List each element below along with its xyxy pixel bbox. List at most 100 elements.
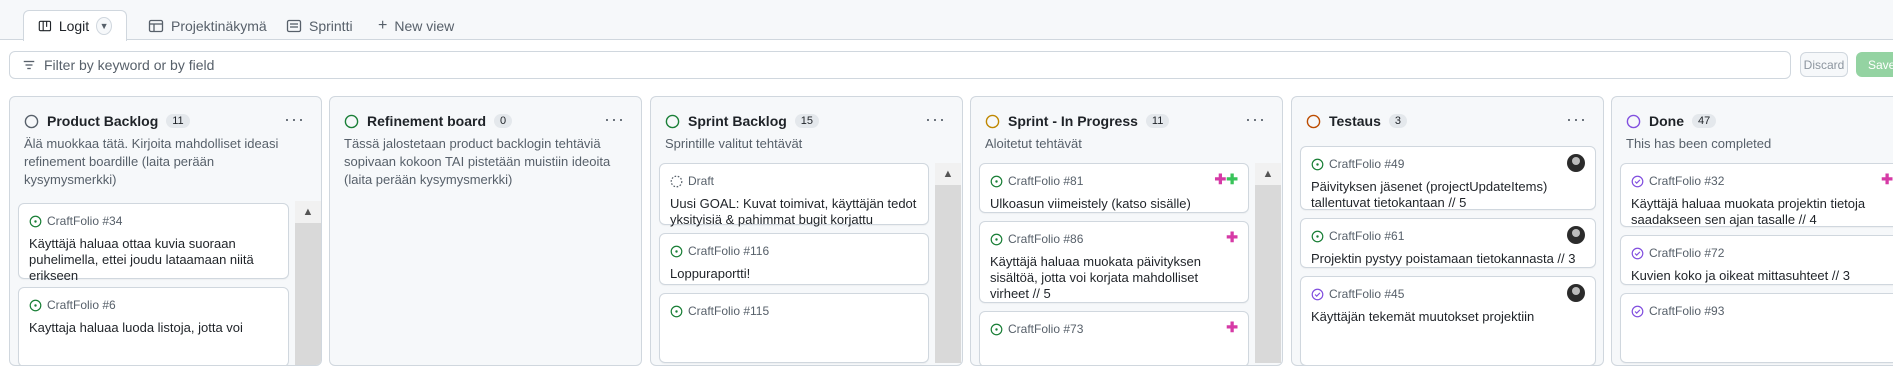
board: Product Backlog 11 ··· Älä muokkaa tätä.… <box>0 96 1893 366</box>
open-issue-icon <box>990 233 1003 245</box>
new-view-button[interactable]: + New view <box>364 10 468 41</box>
card-issue-ref[interactable]: CraftFolio #86 <box>1008 232 1083 246</box>
tab-label: Logit <box>58 18 90 34</box>
column-sprint-backlog: Sprint Backlog 15 ··· Sprintille valitut… <box>650 96 963 366</box>
card[interactable]: CraftFolio #116 Loppuraportti! <box>659 233 929 285</box>
scrollbar[interactable] <box>295 201 321 365</box>
scroll-up-icon[interactable]: ▲ <box>295 201 321 223</box>
scroll-up-icon[interactable]: ▲ <box>1255 163 1281 185</box>
column-header: Done 47 <box>1626 111 1893 131</box>
column-description: Älä muokkaa tätä. Kirjoita mahdolliset i… <box>24 136 279 187</box>
avatar[interactable] <box>1567 284 1585 302</box>
label-icon: ✚✚ <box>1214 171 1238 187</box>
board-icon <box>286 19 302 32</box>
column-count: 0 <box>494 114 513 128</box>
column-header: Refinement board 0 <box>344 111 627 131</box>
closed-issue-icon <box>1631 175 1644 187</box>
card-title[interactable]: Loppuraportti! <box>670 266 918 282</box>
status-open-icon <box>665 114 680 128</box>
card[interactable]: CraftFolio #32 ✚ Käyttäjä haluaa muokata… <box>1620 163 1893 227</box>
card-meta: CraftFolio #49 <box>1311 157 1404 171</box>
column-description: Tässä jalostetaan product backlogin teht… <box>344 136 611 187</box>
scrollbar[interactable] <box>935 163 961 363</box>
card-title[interactable]: Käyttäjä haluaa muokata päivityksen sisä… <box>990 254 1238 302</box>
filter-input[interactable]: Filter by keyword or by field <box>9 51 1791 79</box>
card-issue-ref[interactable]: CraftFolio #34 <box>47 214 122 228</box>
card-issue-ref[interactable]: CraftFolio #93 <box>1649 304 1724 318</box>
card-title[interactable]: Uusi GOAL: Kuvat toimivat, käyttäjän ted… <box>670 196 918 228</box>
column-product-backlog: Product Backlog 11 ··· Älä muokkaa tätä.… <box>9 96 322 366</box>
card-title[interactable]: Päivityksen jäsenet (projectUpdateItems)… <box>1311 179 1585 211</box>
tab-sprintti[interactable]: Sprintti <box>272 10 367 41</box>
scroll-up-icon[interactable]: ▲ <box>935 163 961 185</box>
card[interactable]: CraftFolio #81 ✚✚ Ulkoasun viimeistely (… <box>979 163 1249 213</box>
card-issue-ref[interactable]: CraftFolio #81 <box>1008 174 1083 188</box>
tab-label: Sprintti <box>309 17 353 34</box>
card-issue-ref[interactable]: CraftFolio #115 <box>688 304 769 318</box>
card[interactable]: CraftFolio #49 Päivityksen jäsenet (proj… <box>1300 146 1596 210</box>
card-meta: CraftFolio #81 <box>990 174 1083 188</box>
column-count: 3 <box>1388 114 1407 128</box>
save-button[interactable]: Save <box>1856 52 1893 77</box>
column-menu-icon[interactable]: ··· <box>1566 109 1587 130</box>
tab-label: New view <box>394 17 455 34</box>
card-issue-ref[interactable]: CraftFolio #45 <box>1329 287 1404 301</box>
card-title[interactable]: Käyttäjä haluaa muokata projektin tietoj… <box>1631 196 1893 228</box>
column-menu-icon[interactable]: ··· <box>604 109 625 130</box>
card[interactable]: CraftFolio #6 Kayttaja haluaa luoda list… <box>18 287 289 365</box>
card-meta: CraftFolio #45 <box>1311 287 1404 301</box>
column-refinement-board: Refinement board 0 ··· Tässä jalostetaan… <box>329 96 642 366</box>
card-title[interactable]: Käyttäjä haluaa ottaa kuvia suoraan puhe… <box>29 236 278 284</box>
card-issue-ref[interactable]: CraftFolio #32 <box>1649 174 1724 188</box>
column-header: Sprint Backlog 15 <box>665 111 948 131</box>
open-issue-icon <box>1311 158 1324 170</box>
column-title: Sprint - In Progress <box>1008 113 1138 129</box>
card[interactable]: CraftFolio #34 Käyttäjä haluaa ottaa kuv… <box>18 203 289 283</box>
card[interactable]: CraftFolio #115 <box>659 293 929 363</box>
card-title[interactable]: Kuvien koko ja oikeat mittasuhteet // 3 <box>1631 268 1893 284</box>
column-count: 11 <box>166 114 190 128</box>
card-issue-ref[interactable]: CraftFolio #6 <box>47 298 116 312</box>
discard-button[interactable]: Discard <box>1800 52 1848 77</box>
card[interactable]: Draft Uusi GOAL: Kuvat toimivat, käyttäj… <box>659 163 929 228</box>
column-menu-icon[interactable]: ··· <box>284 109 305 130</box>
card[interactable]: CraftFolio #93 <box>1620 293 1893 363</box>
tab-logit[interactable]: Logit ▼ <box>23 10 127 41</box>
label-icon: ✚ <box>1881 171 1893 187</box>
avatar[interactable] <box>1567 154 1585 172</box>
card-meta: CraftFolio #86 <box>990 232 1083 246</box>
card-issue-ref[interactable]: CraftFolio #73 <box>1008 322 1083 336</box>
card-issue-ref[interactable]: CraftFolio #49 <box>1329 157 1404 171</box>
status-testing-icon <box>1306 114 1321 128</box>
column-menu-icon[interactable]: ··· <box>925 109 946 130</box>
card[interactable]: CraftFolio #86 ✚ Käyttäjä haluaa muokata… <box>979 221 1249 303</box>
card-title[interactable]: Käyttäjän tekemät muutokset projektiin <box>1311 309 1585 325</box>
card-title[interactable]: Kayttaja haluaa luoda listoja, jotta voi <box>29 320 278 336</box>
open-issue-icon <box>29 299 42 311</box>
card-issue-ref[interactable]: CraftFolio #61 <box>1329 229 1404 243</box>
card-issue-ref[interactable]: CraftFolio #72 <box>1649 246 1724 260</box>
card-title[interactable]: Projektin pystyy poistamaan tietokannast… <box>1311 251 1585 267</box>
closed-issue-icon <box>1311 288 1324 300</box>
column-title: Done <box>1649 113 1684 129</box>
scrollbar[interactable] <box>1255 163 1281 363</box>
tab-label: Projektinäkymä <box>171 17 267 34</box>
card[interactable]: CraftFolio #45 Käyttäjän tekemät muutoks… <box>1300 276 1596 365</box>
view-options-button[interactable]: ▼ <box>96 17 112 35</box>
card-issue-ref: Draft <box>688 174 715 188</box>
column-menu-icon[interactable]: ··· <box>1245 109 1266 130</box>
closed-issue-icon <box>1631 247 1644 259</box>
table-icon <box>38 20 52 32</box>
card-issue-ref[interactable]: CraftFolio #116 <box>688 244 769 258</box>
card-meta: CraftFolio #32 <box>1631 174 1724 188</box>
closed-issue-icon <box>1631 305 1644 317</box>
card[interactable]: CraftFolio #61 Projektin pystyy poistama… <box>1300 218 1596 268</box>
avatar[interactable] <box>1567 226 1585 244</box>
card[interactable]: CraftFolio #73 ✚ <box>979 311 1249 365</box>
card-title[interactable]: Ulkoasun viimeistely (katso sisälle) <box>990 196 1238 212</box>
tab-projektinakyma[interactable]: Projektinäkymä <box>134 10 281 41</box>
card[interactable]: CraftFolio #72 Kuvien koko ja oikeat mit… <box>1620 235 1893 285</box>
column-count: 47 <box>1692 114 1717 128</box>
column-description: Sprintille valitut tehtävät <box>665 136 803 151</box>
column-title: Refinement board <box>367 113 487 129</box>
